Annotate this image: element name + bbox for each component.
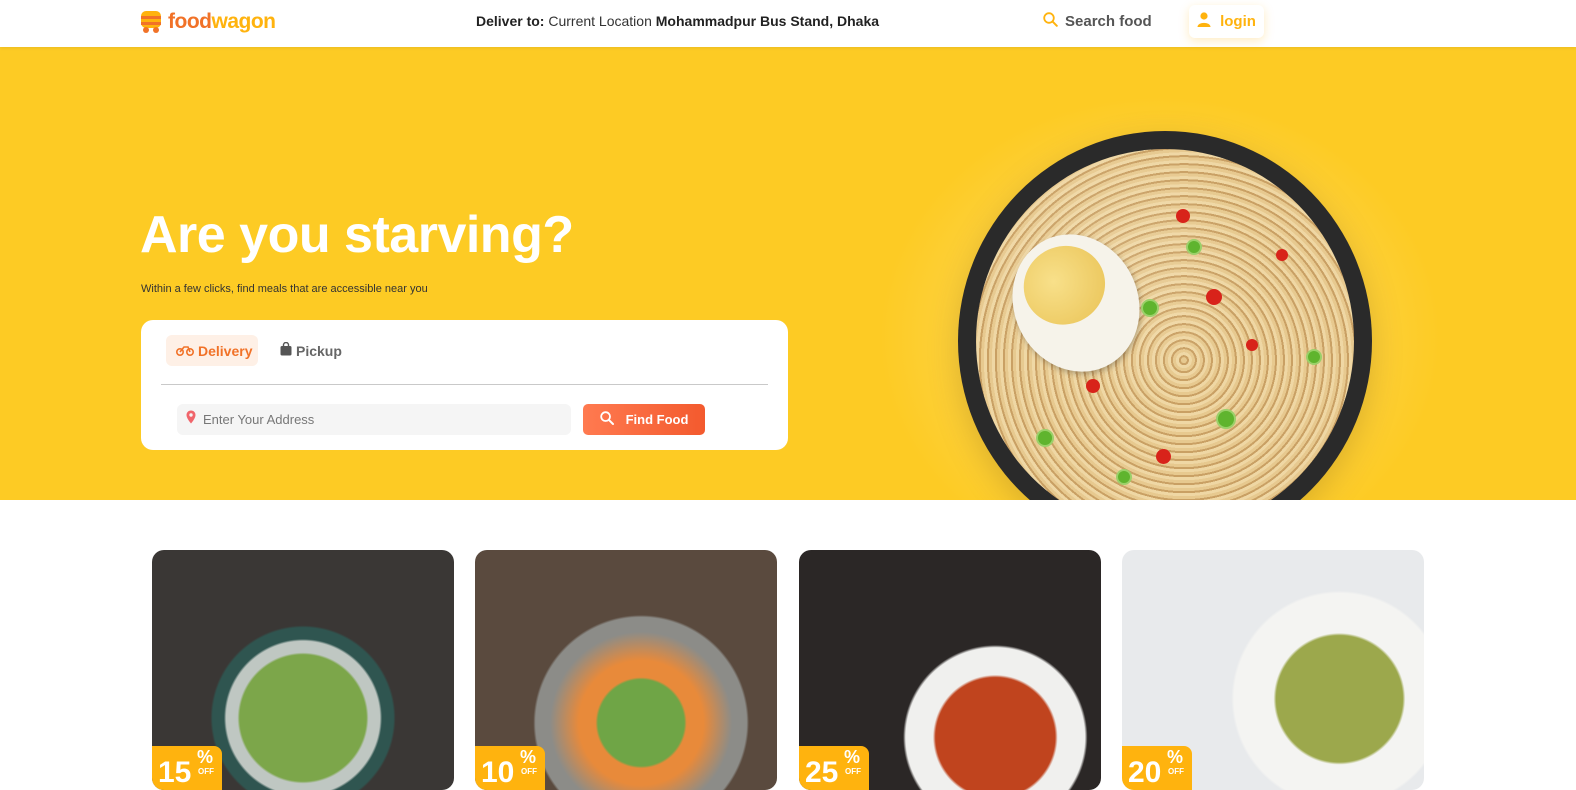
chili-slice [1176, 209, 1190, 223]
discount-percent: % [844, 747, 861, 767]
discount-value: 20 [1128, 756, 1162, 789]
hero-title: Are you starving? [140, 206, 574, 264]
divider [161, 384, 768, 385]
address-field[interactable] [177, 404, 571, 435]
food-search-card: Delivery Pickup Find Food [141, 320, 788, 450]
chili-slice [1086, 379, 1100, 393]
boiled-egg [990, 213, 1162, 393]
scallion-slice [1141, 299, 1159, 317]
user-icon [1197, 12, 1211, 31]
search-icon [1043, 12, 1058, 31]
hero-subtitle: Within a few clicks, find meals that are… [141, 283, 428, 295]
egg-yolk [1010, 232, 1119, 338]
chili-slice [1276, 249, 1288, 261]
discount-value: 25 [805, 756, 839, 789]
discount-value: 10 [481, 756, 515, 789]
search-food-label: Search food [1065, 13, 1152, 30]
noodles [976, 149, 1354, 500]
shopping-bag-icon [280, 341, 292, 359]
map-pin-icon [186, 410, 196, 429]
chili-slice [1246, 339, 1258, 351]
discount-badge: 25 % OFF [799, 746, 869, 790]
discount-percent: % [197, 747, 214, 767]
tab-pickup[interactable]: Pickup [270, 335, 352, 366]
discount-off: OFF [521, 767, 537, 776]
tab-delivery[interactable]: Delivery [166, 335, 258, 366]
discount-badge: 15 % OFF [152, 746, 222, 790]
login-label: login [1220, 13, 1256, 30]
scallion-slice [1216, 409, 1236, 429]
find-food-button[interactable]: Find Food [583, 404, 705, 435]
discount-off: OFF [845, 767, 861, 776]
discount-badge: 10 % OFF [475, 746, 545, 790]
tab-pickup-label: Pickup [296, 342, 342, 359]
top-navbar: foodwagon Deliver to: Current Location M… [0, 0, 1576, 47]
deal-card[interactable]: 10 % OFF [475, 550, 777, 790]
login-button[interactable]: login [1189, 5, 1264, 38]
find-food-label: Find Food [625, 412, 689, 427]
search-food-link[interactable]: Search food [1043, 12, 1152, 31]
delivery-location[interactable]: Deliver to: Current Location Mohammadpur… [476, 13, 879, 29]
tab-delivery-label: Delivery [198, 342, 253, 359]
deal-card[interactable]: 25 % OFF [799, 550, 1101, 790]
deal-card[interactable]: 15 % OFF [152, 550, 454, 790]
scallion-slice [1116, 469, 1132, 485]
motorcycle-icon [175, 343, 195, 359]
discount-percent: % [520, 747, 537, 767]
scallion-slice [1306, 349, 1322, 365]
discount-badge: 20 % OFF [1122, 746, 1192, 790]
deal-card[interactable]: 20 % OFF [1122, 550, 1424, 790]
discount-percent: % [1167, 747, 1184, 767]
search-icon [599, 411, 614, 428]
chili-slice [1156, 449, 1171, 464]
scallion-slice [1186, 239, 1202, 255]
brand-name: foodwagon [168, 10, 276, 33]
deliver-to-label: Deliver to: [476, 13, 545, 29]
discount-off: OFF [198, 767, 214, 776]
current-location-label: Current Location [548, 13, 652, 29]
scallion-slice [1036, 429, 1054, 447]
discount-value: 15 [158, 756, 192, 789]
address-input[interactable] [203, 412, 543, 427]
brand-logo[interactable]: foodwagon [140, 10, 276, 34]
chili-slice [1206, 289, 1222, 305]
hero-section: Are you starving? Within a few clicks, f… [0, 47, 1576, 500]
delivery-address: Mohammadpur Bus Stand, Dhaka [655, 13, 880, 29]
food-truck-icon [140, 10, 162, 34]
discount-off: OFF [1168, 767, 1184, 776]
